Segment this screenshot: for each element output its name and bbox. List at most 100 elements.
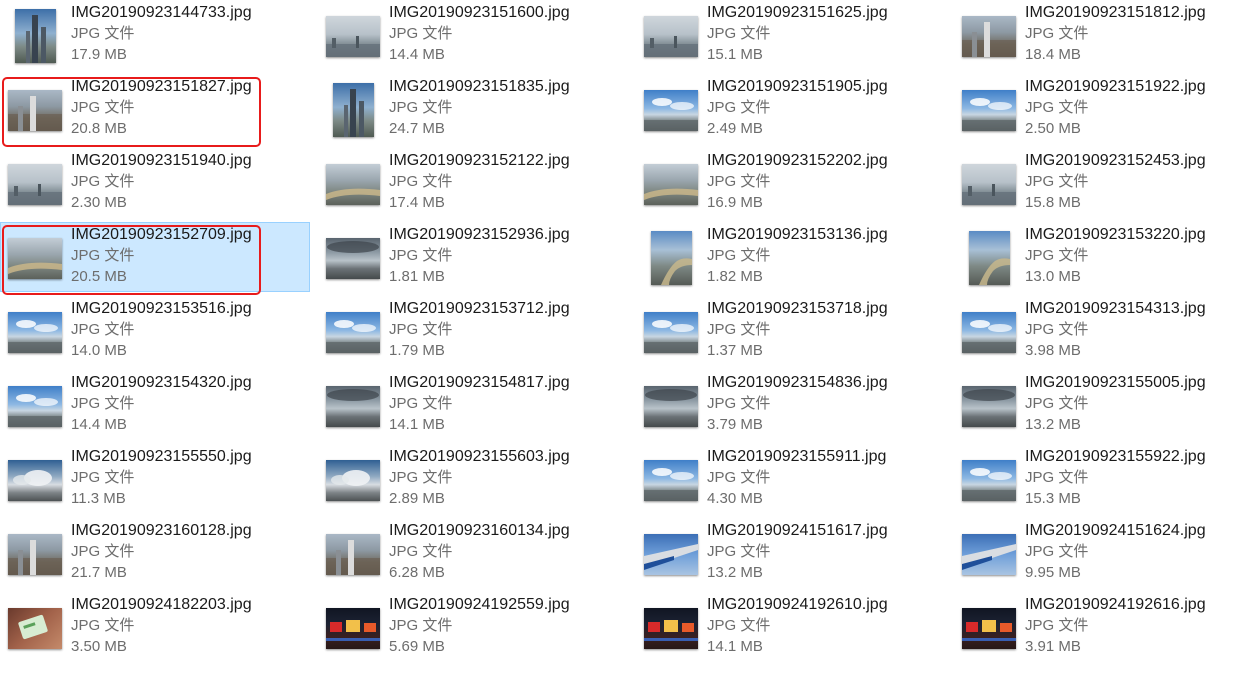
file-name: IMG20190923153516.jpg: [71, 300, 252, 317]
file-item[interactable]: IMG20190923151905.jpg JPG 文件 2.49 MB: [636, 74, 946, 144]
file-item[interactable]: IMG20190923151827.jpg JPG 文件 20.8 MB: [0, 74, 310, 144]
file-type: JPG 文件: [1025, 25, 1089, 42]
thumbnail-frame: [5, 523, 65, 585]
file-item[interactable]: IMG20190923155550.jpg JPG 文件 11.3 MB: [0, 444, 310, 514]
file-item[interactable]: IMG20190923160134.jpg JPG 文件 6.28 MB: [318, 518, 628, 588]
file-type: JPG 文件: [707, 99, 771, 116]
image-thumbnail: [326, 385, 380, 427]
file-item[interactable]: IMG20190923153718.jpg JPG 文件 1.37 MB: [636, 296, 946, 366]
file-name: IMG20190923153712.jpg: [389, 300, 570, 317]
file-item[interactable]: IMG20190923152936.jpg JPG 文件 1.81 MB: [318, 222, 628, 292]
file-size: 15.3 MB: [1025, 490, 1081, 507]
file-item[interactable]: IMG20190924151617.jpg JPG 文件 13.2 MB: [636, 518, 946, 588]
file-item[interactable]: IMG20190923153712.jpg JPG 文件 1.79 MB: [318, 296, 628, 366]
image-thumbnail: [650, 231, 692, 285]
thumbnail-frame: [323, 449, 383, 511]
file-type: JPG 文件: [707, 617, 771, 634]
file-type: JPG 文件: [707, 25, 771, 42]
file-item[interactable]: IMG20190923153220.jpg JPG 文件 13.0 MB: [954, 222, 1244, 292]
file-item[interactable]: IMG20190923155911.jpg JPG 文件 4.30 MB: [636, 444, 946, 514]
file-size: 3.91 MB: [1025, 638, 1081, 655]
thumbnail-frame: [5, 449, 65, 511]
file-item[interactable]: IMG20190923154836.jpg JPG 文件 3.79 MB: [636, 370, 946, 440]
file-size: 3.98 MB: [1025, 342, 1081, 359]
image-thumbnail: [962, 459, 1016, 501]
file-type: JPG 文件: [707, 321, 771, 338]
file-item[interactable]: IMG20190923155603.jpg JPG 文件 2.89 MB: [318, 444, 628, 514]
file-item[interactable]: IMG20190923151625.jpg JPG 文件 15.1 MB: [636, 0, 946, 70]
file-item[interactable]: IMG20190924192616.jpg JPG 文件 3.91 MB: [954, 592, 1244, 662]
file-name: IMG20190923151600.jpg: [389, 4, 570, 21]
file-type: JPG 文件: [389, 617, 453, 634]
thumbnail-frame: [5, 301, 65, 363]
file-name: IMG20190923151905.jpg: [707, 78, 888, 95]
file-item[interactable]: IMG20190924192610.jpg JPG 文件 14.1 MB: [636, 592, 946, 662]
thumbnail-frame: [641, 227, 701, 289]
file-item[interactable]: IMG20190923154320.jpg JPG 文件 14.4 MB: [0, 370, 310, 440]
thumbnail-frame: [959, 301, 1019, 363]
file-type: JPG 文件: [71, 617, 135, 634]
image-thumbnail: [644, 15, 698, 57]
file-name: IMG20190923155603.jpg: [389, 448, 570, 465]
thumbnail-frame: [959, 449, 1019, 511]
file-item[interactable]: IMG20190923152453.jpg JPG 文件 15.8 MB: [954, 148, 1244, 218]
file-item[interactable]: IMG20190923155922.jpg JPG 文件 15.3 MB: [954, 444, 1244, 514]
file-item[interactable]: IMG20190923151835.jpg JPG 文件 24.7 MB: [318, 74, 628, 144]
image-thumbnail: [8, 89, 62, 131]
file-size: 24.7 MB: [389, 120, 445, 137]
file-name: IMG20190924192616.jpg: [1025, 596, 1206, 613]
image-thumbnail: [8, 533, 62, 575]
image-thumbnail: [8, 385, 62, 427]
file-item[interactable]: IMG20190923151922.jpg JPG 文件 2.50 MB: [954, 74, 1244, 144]
file-name: IMG20190923151827.jpg: [71, 78, 252, 95]
image-thumbnail: [14, 9, 56, 63]
file-type: JPG 文件: [707, 543, 771, 560]
file-size: 13.0 MB: [1025, 268, 1081, 285]
file-type: JPG 文件: [71, 395, 135, 412]
file-type: JPG 文件: [389, 25, 453, 42]
file-item[interactable]: IMG20190924182203.jpg JPG 文件 3.50 MB: [0, 592, 310, 662]
file-type: JPG 文件: [1025, 617, 1089, 634]
image-thumbnail: [8, 311, 62, 353]
image-thumbnail: [644, 533, 698, 575]
file-size: 11.3 MB: [71, 490, 126, 507]
file-item[interactable]: IMG20190923152122.jpg JPG 文件 17.4 MB: [318, 148, 628, 218]
file-item[interactable]: IMG20190923151600.jpg JPG 文件 14.4 MB: [318, 0, 628, 70]
file-item[interactable]: IMG20190923154817.jpg JPG 文件 14.1 MB: [318, 370, 628, 440]
thumbnail-frame: [959, 227, 1019, 289]
file-type: JPG 文件: [707, 469, 771, 486]
file-size: 4.30 MB: [707, 490, 763, 507]
file-item[interactable]: IMG20190923152709.jpg JPG 文件 20.5 MB: [0, 222, 310, 292]
file-item[interactable]: IMG20190924192559.jpg JPG 文件 5.69 MB: [318, 592, 628, 662]
file-type: JPG 文件: [389, 543, 453, 560]
file-item[interactable]: IMG20190923151812.jpg JPG 文件 18.4 MB: [954, 0, 1244, 70]
image-thumbnail: [962, 89, 1016, 131]
file-name: IMG20190923154836.jpg: [707, 374, 888, 391]
file-item[interactable]: IMG20190923160128.jpg JPG 文件 21.7 MB: [0, 518, 310, 588]
file-item[interactable]: IMG20190923155005.jpg JPG 文件 13.2 MB: [954, 370, 1244, 440]
thumbnail-frame: [959, 5, 1019, 67]
image-thumbnail: [326, 15, 380, 57]
file-name: IMG20190923152709.jpg: [71, 226, 252, 243]
file-type: JPG 文件: [71, 321, 135, 338]
file-item[interactable]: IMG20190923144733.jpg JPG 文件 17.9 MB: [0, 0, 310, 70]
file-size: 20.8 MB: [71, 120, 127, 137]
file-name: IMG20190923151625.jpg: [707, 4, 888, 21]
thumbnail-frame: [323, 375, 383, 437]
file-item[interactable]: IMG20190924151624.jpg JPG 文件 9.95 MB: [954, 518, 1244, 588]
file-item[interactable]: IMG20190923152202.jpg JPG 文件 16.9 MB: [636, 148, 946, 218]
file-item[interactable]: IMG20190923153516.jpg JPG 文件 14.0 MB: [0, 296, 310, 366]
file-item[interactable]: IMG20190923154313.jpg JPG 文件 3.98 MB: [954, 296, 1244, 366]
thumbnail-frame: [641, 597, 701, 659]
file-item[interactable]: IMG20190923151940.jpg JPG 文件 2.30 MB: [0, 148, 310, 218]
file-type: JPG 文件: [389, 99, 453, 116]
file-size: 17.9 MB: [71, 46, 127, 63]
file-type: JPG 文件: [389, 247, 453, 264]
thumbnail-frame: [641, 449, 701, 511]
thumbnail-frame: [641, 5, 701, 67]
file-size: 1.81 MB: [389, 268, 445, 285]
file-item[interactable]: IMG20190923153136.jpg JPG 文件 1.82 MB: [636, 222, 946, 292]
thumbnail-frame: [323, 523, 383, 585]
image-thumbnail: [326, 237, 380, 279]
image-thumbnail: [644, 385, 698, 427]
